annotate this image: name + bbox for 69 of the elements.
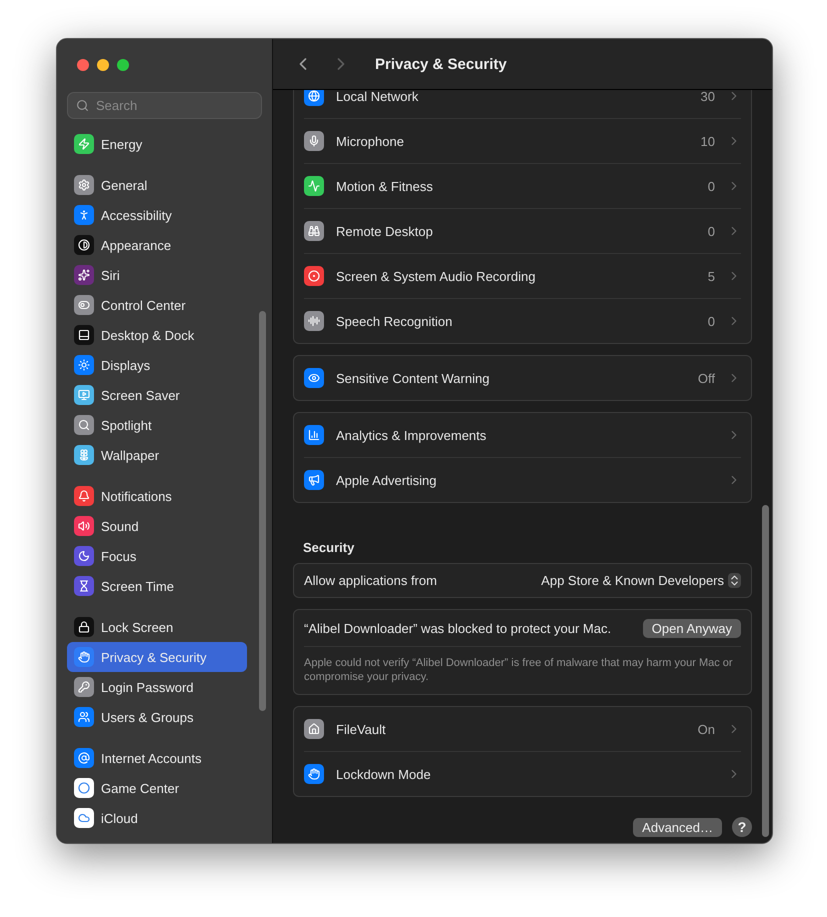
sidebar-item[interactable]: Login Password — [67, 672, 247, 702]
row-label: FileVault — [336, 722, 387, 736]
row-label: Local Network — [336, 90, 420, 104]
row-value: On — [698, 722, 715, 736]
sidebar-item[interactable]: Spotlight — [67, 410, 247, 440]
settings-row[interactable]: Speech Recognition 0 — [304, 298, 741, 343]
row-value: 10 — [700, 134, 715, 148]
row-value: 5 — [708, 268, 715, 284]
sidebar-item[interactable]: Desktop & Dock — [67, 320, 247, 350]
window-title: Privacy & Security — [375, 56, 507, 72]
sidebar-item[interactable]: Focus — [67, 541, 247, 571]
sidebar-item[interactable]: Screen Saver — [67, 380, 247, 410]
zoom-button[interactable] — [117, 59, 129, 71]
settings-row[interactable]: FileVault On — [304, 707, 741, 751]
sidebar-item[interactable]: Notifications — [67, 481, 247, 511]
advanced-button[interactable]: Advanced… — [633, 818, 722, 836]
row-label: Remote Desktop — [336, 224, 434, 238]
minimize-button[interactable] — [97, 59, 109, 71]
row-value: 0 — [708, 224, 715, 238]
help-button[interactable]: ? — [732, 817, 752, 837]
sidebar-item[interactable]: Internet Accounts — [67, 743, 247, 773]
settings-row[interactable]: Screen & System Audio Recording 5 — [304, 253, 741, 298]
row-label: Allow applications from — [304, 573, 438, 588]
settings-row[interactable]: Local Network 30 — [304, 90, 741, 118]
row-value: 0 — [708, 178, 715, 194]
sidebar-item[interactable]: Accessibility — [67, 200, 247, 230]
scrollbar[interactable] — [259, 311, 266, 711]
sidebar-item[interactable]: Control Center — [67, 290, 247, 320]
sidebar-item[interactable]: General — [67, 170, 247, 200]
row-label: Lockdown Mode — [336, 766, 432, 782]
sidebar-item[interactable]: Screen Time — [67, 571, 247, 601]
settings-row[interactable]: Sensitive Content Warning Off — [304, 356, 741, 400]
settings-row[interactable]: Apple Advertising — [304, 457, 741, 502]
row-label: Motion & Fitness — [336, 178, 434, 194]
sidebar-item[interactable]: Displays — [67, 350, 247, 380]
row-label: Speech Recognition — [336, 314, 454, 328]
settings-row[interactable]: Analytics & Improvements — [304, 413, 741, 457]
search-field[interactable]: Search — [67, 92, 262, 119]
settings-row[interactable]: Motion & Fitness 0 — [304, 163, 741, 208]
sidebar-item[interactable]: Energy — [67, 129, 247, 159]
row-value: Off — [698, 370, 715, 386]
sidebar-item[interactable]: Wallpaper — [67, 440, 247, 470]
row-label: Analytics & Improvements — [336, 428, 488, 442]
row-label: Screen & System Audio Recording — [336, 268, 536, 284]
close-button[interactable] — [77, 59, 89, 71]
row-label: Microphone — [336, 134, 405, 148]
scrollbar[interactable] — [762, 505, 769, 837]
sidebar-item[interactable]: Users & Groups — [67, 702, 247, 732]
sidebar-item[interactable]: iCloud — [67, 803, 247, 833]
settings-row[interactable]: Microphone 10 — [304, 118, 741, 163]
popup-button[interactable]: App Store & Known Developers — [541, 573, 741, 588]
stepper-icon — [728, 573, 741, 588]
settings-row[interactable]: Remote Desktop 0 — [304, 208, 741, 253]
blocked-message: “Alibel Downloader” was blocked to protect your Mac. — [304, 620, 612, 636]
search-icon — [76, 99, 89, 112]
section-heading: Security — [303, 540, 356, 555]
settings-row[interactable]: Lockdown Mode — [304, 751, 741, 796]
sidebar-item[interactable]: Appearance — [67, 230, 247, 260]
row-value: 0 — [708, 314, 715, 328]
row-label: Sensitive Content Warning — [336, 370, 490, 386]
row-label: Apple Advertising — [336, 472, 438, 488]
sidebar-item[interactable]: Lock Screen — [67, 612, 247, 642]
sidebar-item[interactable]: Sound — [67, 511, 247, 541]
sidebar-item[interactable]: Privacy & Security — [67, 642, 247, 672]
warning-text: Apple could not verify “Alibel Downloader” is free of malware that may harm your Mac or compromise your privacy. — [304, 646, 741, 694]
sidebar-item[interactable]: Game Center — [67, 773, 247, 803]
open-anyway-button[interactable]: Open Anyway — [642, 618, 741, 638]
row-value: 30 — [700, 90, 715, 104]
sidebar-item[interactable]: Siri — [67, 260, 247, 290]
